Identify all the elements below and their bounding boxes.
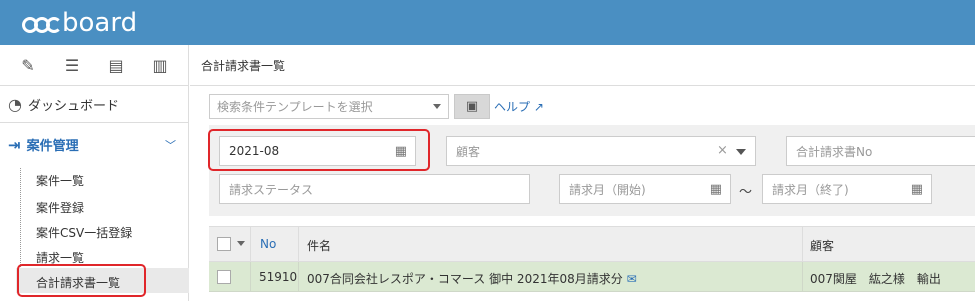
sidebar-subitem-case-list[interactable]: 案件一覧 <box>36 172 84 189</box>
caret-down-icon <box>433 104 441 109</box>
range-tilde: 〜 <box>739 185 753 200</box>
billing-month-end-input[interactable]: 請求月（終了) ▦ <box>762 174 932 204</box>
page-title: 合計請求書一覧 <box>190 45 975 86</box>
column-divider <box>250 227 251 261</box>
table-row[interactable]: 51910 007合同会社レスポア・コマース 御中 2021年08月請求分 ✉ … <box>209 262 975 292</box>
app-logo[interactable]: board <box>20 8 137 38</box>
column-divider <box>298 262 299 291</box>
column-header-no[interactable]: No <box>260 237 276 251</box>
sidebar-subitem-case-register[interactable]: 案件登録 <box>36 199 84 216</box>
clear-icon[interactable]: × <box>717 143 728 158</box>
logo-rings-icon <box>20 11 62 35</box>
column-header-customer: 顧客 <box>810 239 835 253</box>
billing-month-end-placeholder: 請求月（終了) <box>772 182 849 197</box>
calendar-icon[interactable]: ▦ <box>710 182 722 197</box>
sidebar-subitem-case-csv-import[interactable]: 案件CSV一括登録 <box>36 224 132 241</box>
column-divider <box>802 227 803 261</box>
billing-month-start-input[interactable]: 請求月（開始) ▦ <box>559 174 731 204</box>
chevron-down-icon: ﹀ <box>165 138 176 152</box>
help-link[interactable]: ヘルプ ↗ <box>494 98 544 115</box>
template-select[interactable]: 検索条件テンプレートを選択 <box>209 94 449 119</box>
row-checkbox[interactable] <box>217 270 231 284</box>
column-header-subject: 件名 <box>307 239 332 253</box>
pencil-icon[interactable]: ✎ <box>14 56 42 75</box>
table-list-icon[interactable]: ▤ <box>102 56 130 75</box>
sidebar: ✎ ☰ ▤ ▥ ◔ ダッシュボード ⇥ 案件管理 ﹀ <box>0 45 189 301</box>
row-customer: 007関屋 紘之様 輸出 <box>810 272 941 286</box>
customer-select[interactable]: 顧客 × <box>446 136 756 166</box>
logo-text: board <box>62 8 138 38</box>
row-subject[interactable]: 007合同会社レスポア・コマース 御中 2021年08月請求分 ✉ <box>307 270 637 287</box>
top-bar: board <box>0 0 975 45</box>
row-no: 51910 <box>259 270 298 284</box>
calendar-icon[interactable]: ▦ <box>911 182 923 197</box>
save-template-button[interactable]: ▣ <box>454 94 490 119</box>
invoice-number-placeholder: 合計請求書No <box>796 144 873 159</box>
column-divider <box>298 227 299 261</box>
sidebar-toolbar: ✎ ☰ ▤ ▥ <box>0 45 188 86</box>
billing-month-start-placeholder: 請求月（開始) <box>569 182 646 197</box>
external-link-icon: ↗ <box>530 100 544 114</box>
list-icon[interactable]: ☰ <box>58 56 86 75</box>
highlight-box-sidebar <box>17 264 146 297</box>
sidebar-item-label: ダッシュボード <box>27 98 119 114</box>
sidebar-item-label: 案件管理 <box>26 139 79 154</box>
caret-down-icon <box>736 149 746 155</box>
column-divider <box>250 262 251 291</box>
sidebar-item-case-management[interactable]: ⇥ 案件管理 ﹀ <box>0 123 188 166</box>
invoice-status-placeholder: 請求ステータス <box>229 182 314 197</box>
column-divider <box>802 262 803 291</box>
envelope-icon: ✉ <box>626 272 637 286</box>
template-select-placeholder: 検索条件テンプレートを選択 <box>217 100 373 114</box>
highlight-box-month <box>208 129 430 171</box>
invoice-number-input[interactable]: 合計請求書No <box>786 136 975 166</box>
bar-chart-icon[interactable]: ▥ <box>146 56 174 75</box>
customer-placeholder: 顧客 <box>456 144 481 159</box>
invoice-status-select[interactable]: 請求ステータス <box>219 174 530 204</box>
speedometer-icon: ◔ <box>8 94 22 114</box>
table-header: No 件名 顧客 <box>209 226 975 262</box>
floppy-disk-icon: ▣ <box>465 99 479 114</box>
caret-down-icon[interactable] <box>237 241 245 246</box>
sign-in-icon: ⇥ <box>8 135 21 154</box>
sidebar-item-dashboard[interactable]: ◔ ダッシュボード <box>0 86 188 123</box>
select-all-checkbox[interactable] <box>217 237 231 251</box>
